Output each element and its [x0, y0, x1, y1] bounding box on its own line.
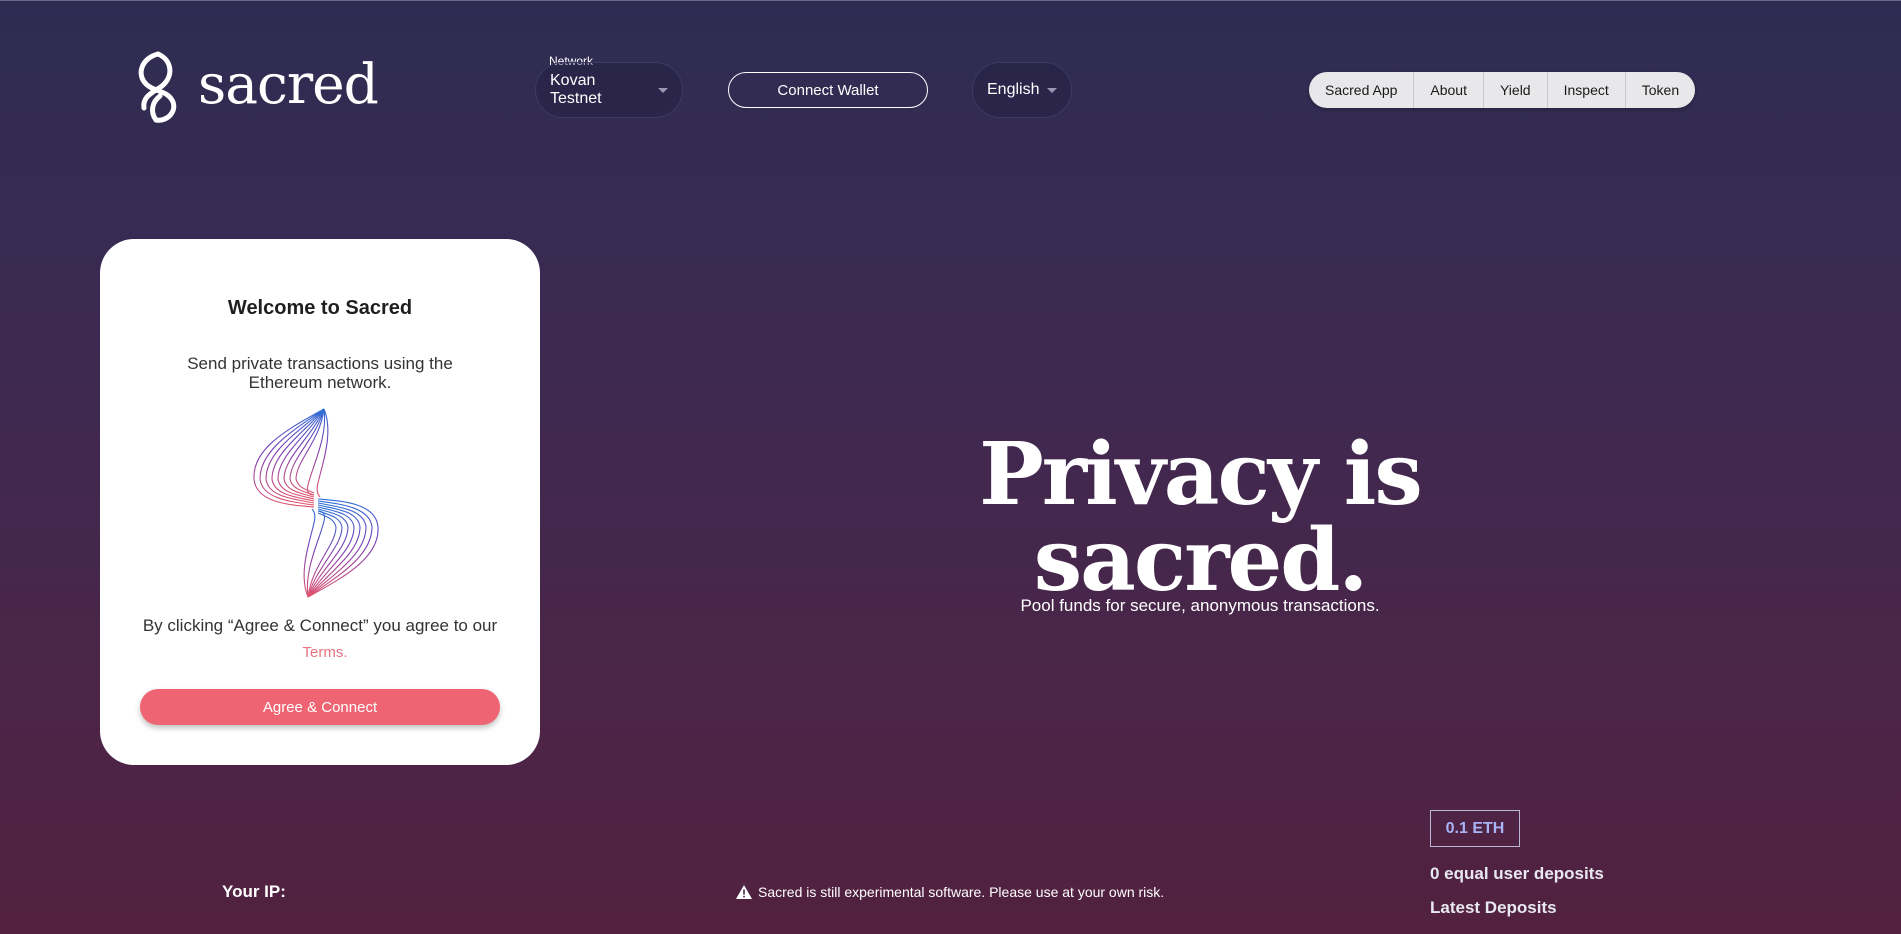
connect-wallet-button[interactable]: Connect Wallet — [728, 72, 928, 108]
experimental-warning: Sacred is still experimental software. P… — [736, 884, 1164, 900]
nav-inspect[interactable]: Inspect — [1548, 72, 1626, 108]
caret-down-icon — [658, 87, 668, 93]
sacred-swirl-illustration — [253, 408, 379, 598]
main-nav: Sacred App About Yield Inspect Token — [1309, 72, 1696, 108]
network-value: Kovan Testnet — [550, 72, 602, 107]
deposits-count: 0 equal user deposits — [1430, 864, 1604, 883]
terms-notice: By clicking “Agree & Connect” you agree … — [140, 613, 500, 666]
top-border — [0, 0, 1901, 1]
nav-sacred-app[interactable]: Sacred App — [1309, 72, 1415, 108]
nav-yield[interactable]: Yield — [1484, 72, 1548, 108]
nav-about[interactable]: About — [1414, 72, 1484, 108]
warning-icon — [736, 885, 752, 899]
latest-deposits-heading: Latest Deposits — [1430, 898, 1557, 917]
network-dropdown[interactable]: Kovan Testnet — [535, 62, 683, 118]
brand-name: sacred — [198, 51, 379, 116]
warning-text: Sacred is still experimental software. P… — [758, 884, 1165, 900]
welcome-card: Welcome to Sacred Send private transacti… — [100, 239, 540, 765]
pool-amount-badge[interactable]: 0.1 ETH — [1430, 810, 1520, 847]
agree-connect-button[interactable]: Agree & Connect — [140, 689, 500, 725]
terms-text: By clicking “Agree & Connect” you agree … — [142, 616, 498, 635]
language-dropdown[interactable]: English — [972, 62, 1072, 118]
language-value: English — [987, 81, 1040, 98]
ip-label: Your IP: — [222, 882, 286, 901]
hero-title: Privacy is sacred. — [979, 424, 1423, 611]
sacred-logo-icon — [138, 51, 177, 123]
terms-link[interactable]: Terms. — [303, 644, 348, 661]
card-title: Welcome to Sacred — [227, 297, 413, 319]
hero-subtitle: Pool funds for secure, anonymous transac… — [1020, 596, 1380, 615]
caret-down-icon — [1047, 87, 1058, 93]
nav-token[interactable]: Token — [1626, 72, 1695, 108]
card-subtitle: Send private transactions using the Ethe… — [187, 354, 453, 392]
brand-logo[interactable]: sacred — [132, 50, 379, 124]
